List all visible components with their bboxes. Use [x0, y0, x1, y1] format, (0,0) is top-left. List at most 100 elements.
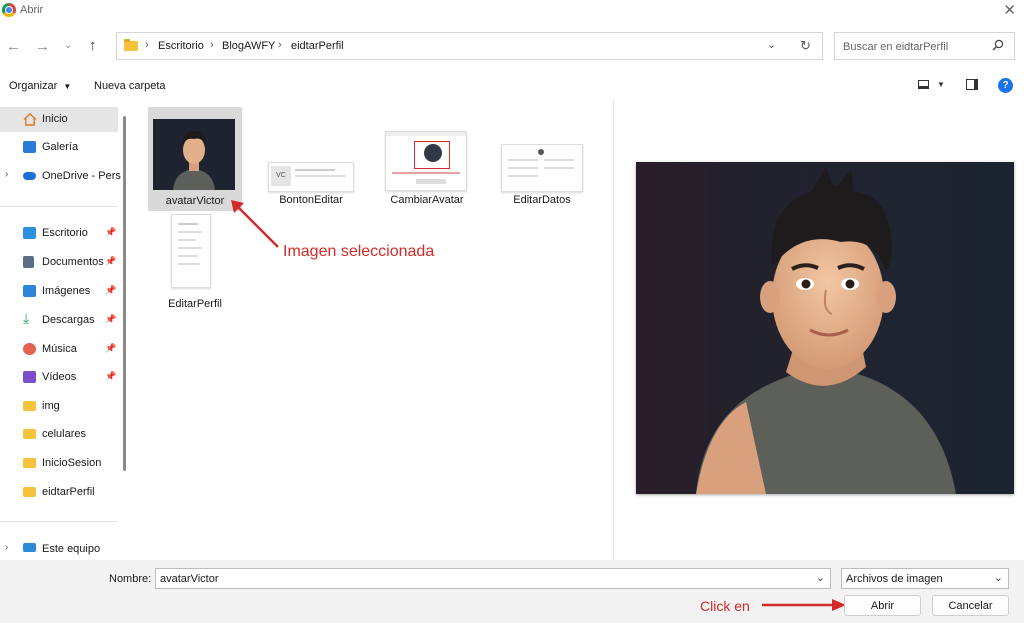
sidebar-item-escritorio[interactable]: Escritorio 📌: [0, 221, 118, 246]
pin-icon: 📌: [105, 227, 117, 237]
thumbnail-line: [178, 263, 200, 265]
cambiaravatar-thumbnail[interactable]: [385, 131, 467, 191]
sidebar-item-onedrive[interactable]: › OneDrive - Pers: [0, 164, 121, 189]
chevron-down-icon[interactable]: ▼: [937, 80, 945, 89]
breadcrumb-eidtarperfil[interactable]: eidtarPerfil: [291, 40, 344, 52]
chevron-down-icon[interactable]: ⌄: [816, 571, 825, 584]
folder-icon: [23, 487, 36, 497]
sidebar-item-label: Vídeos: [42, 371, 77, 383]
title-bar: Abrir ✕: [0, 0, 1024, 22]
music-icon: [23, 343, 36, 355]
sidebar-item-label: Documentos: [42, 256, 104, 268]
file-name-value: avatarVictor: [160, 573, 219, 585]
help-icon[interactable]: ?: [998, 78, 1013, 93]
file-name: EditarDatos: [513, 194, 571, 206]
sidebar-item-inicio[interactable]: Inicio: [0, 107, 118, 132]
document-icon: [23, 256, 34, 268]
selected-annotation-text: Imagen seleccionada: [283, 243, 435, 260]
chevron-right-icon[interactable]: ›: [5, 542, 8, 553]
sidebar-item-label: Imágenes: [42, 285, 91, 297]
thumbnail-line: [295, 169, 335, 171]
sidebar-item-label: eidtarPerfil: [42, 486, 95, 498]
breadcrumb-escritorio[interactable]: Escritorio: [158, 40, 204, 52]
thumbnail-line: [392, 172, 460, 174]
up-arrow-icon[interactable]: ↑: [89, 37, 97, 54]
sidebar-item-celulares[interactable]: celulares: [0, 422, 118, 447]
sidebar-item-imagenes[interactable]: Imágenes 📌: [0, 279, 118, 304]
sidebar-item-descargas[interactable]: ⤓ Descargas 📌: [0, 308, 118, 333]
forward-arrow-icon[interactable]: →: [35, 38, 50, 55]
sidebar-item-musica[interactable]: Música 📌: [0, 337, 118, 362]
new-folder-button[interactable]: Nueva carpeta: [94, 80, 166, 92]
sidebar-item-label: celulares: [42, 428, 87, 440]
command-bar: Organizar ▼ Nueva carpeta ▼ ?: [0, 72, 1024, 100]
file-name-label: Nombre:: [109, 573, 152, 585]
pin-icon: 📌: [105, 343, 117, 353]
thumbnail-line: [178, 255, 198, 257]
pictures-icon: [23, 285, 36, 297]
open-button[interactable]: Abrir: [844, 595, 921, 616]
sidebar-item-este-equipo[interactable]: › Este equipo: [0, 537, 118, 562]
view-options-icon[interactable]: [918, 80, 929, 89]
dialog-footer: Nombre: avatarVictor ⌄ Archivos de image…: [0, 560, 1024, 623]
chevron-down-icon[interactable]: ⌄: [994, 571, 1003, 584]
thumbnail-header: [386, 132, 466, 136]
chevron-down-icon: ▼: [63, 82, 72, 91]
file-type-select[interactable]: Archivos de imagen ⌄: [841, 568, 1009, 589]
organize-label: Organizar: [9, 80, 58, 92]
sidebar-item-label: Este equipo: [42, 543, 101, 555]
computer-icon: [23, 543, 36, 552]
file-type-value: Archivos de imagen: [846, 573, 943, 585]
thumbnail-line: [178, 223, 198, 225]
thumbnail-line: [178, 239, 196, 241]
window-title: Abrir: [20, 4, 44, 16]
chevron-right-icon[interactable]: ›: [5, 169, 8, 180]
sidebar-item-iniciosesion[interactable]: InicioSesion: [0, 451, 118, 476]
preview-pane-icon[interactable]: [966, 79, 978, 90]
sidebar-item-label: InicioSesion: [42, 457, 102, 469]
sidebar-item-galeria[interactable]: Galería: [0, 135, 118, 160]
pin-icon: 📌: [105, 371, 117, 381]
file-name: CambiarAvatar: [390, 194, 464, 206]
sidebar-scrollbar[interactable]: [123, 116, 126, 471]
thumbnail-line: [508, 167, 538, 169]
organize-menu[interactable]: Organizar ▼: [9, 80, 71, 92]
thumbnail-line: [508, 159, 538, 161]
file-name-input[interactable]: avatarVictor ⌄: [155, 568, 831, 589]
recent-locations-chevron-icon[interactable]: ⌄: [64, 40, 72, 51]
bontoneditar-thumbnail[interactable]: VC: [268, 162, 354, 192]
vc-avatar: VC: [271, 166, 291, 186]
navigation-pane: Inicio Galería › OneDrive - Pers Escrito…: [0, 100, 128, 560]
sidebar-item-videos[interactable]: Vídeos 📌: [0, 365, 118, 390]
editarperfil-thumbnail[interactable]: [171, 214, 211, 288]
breadcrumb-blogawfy[interactable]: BlogAWFY: [222, 40, 275, 52]
cancel-button[interactable]: Cancelar: [932, 595, 1009, 616]
search-box[interactable]: Buscar en eidtarPerfil: [834, 32, 1015, 60]
search-placeholder: Buscar en eidtarPerfil: [843, 41, 949, 53]
breadcrumb-separator-icon: ›: [145, 39, 149, 51]
thumbnail-line: [178, 231, 202, 233]
search-icon[interactable]: [992, 39, 1004, 54]
sidebar-item-documentos[interactable]: Documentos 📌: [0, 250, 118, 275]
close-icon[interactable]: ✕: [1003, 1, 1016, 19]
sidebar-item-label: Galería: [42, 141, 79, 153]
video-icon: [23, 371, 36, 383]
home-icon: [23, 113, 37, 126]
sidebar-item-img[interactable]: img: [0, 394, 118, 419]
avatar-preview-illustration: [696, 167, 956, 494]
address-dropdown-chevron-icon[interactable]: ⌄: [767, 38, 776, 51]
address-bar[interactable]: › Escritorio › BlogAWFY › eidtarPerfil ⌄…: [116, 32, 823, 60]
pin-icon: 📌: [105, 256, 117, 266]
avatar-placeholder-icon: [424, 144, 442, 162]
breadcrumb-separator-icon: ›: [210, 39, 214, 51]
thumbnail-line: [295, 175, 345, 177]
editardatos-thumbnail[interactable]: [501, 144, 583, 192]
avatar-dot-icon: [538, 149, 544, 155]
sidebar-item-label: Descargas: [42, 314, 95, 326]
thumbnail-line: [178, 247, 202, 249]
back-arrow-icon[interactable]: ←: [6, 38, 21, 55]
sidebar-item-eidtarperfil[interactable]: eidtarPerfil: [0, 480, 118, 505]
gallery-icon: [23, 141, 36, 153]
sidebar-divider: [0, 521, 118, 522]
refresh-icon[interactable]: ↻: [800, 38, 811, 54]
